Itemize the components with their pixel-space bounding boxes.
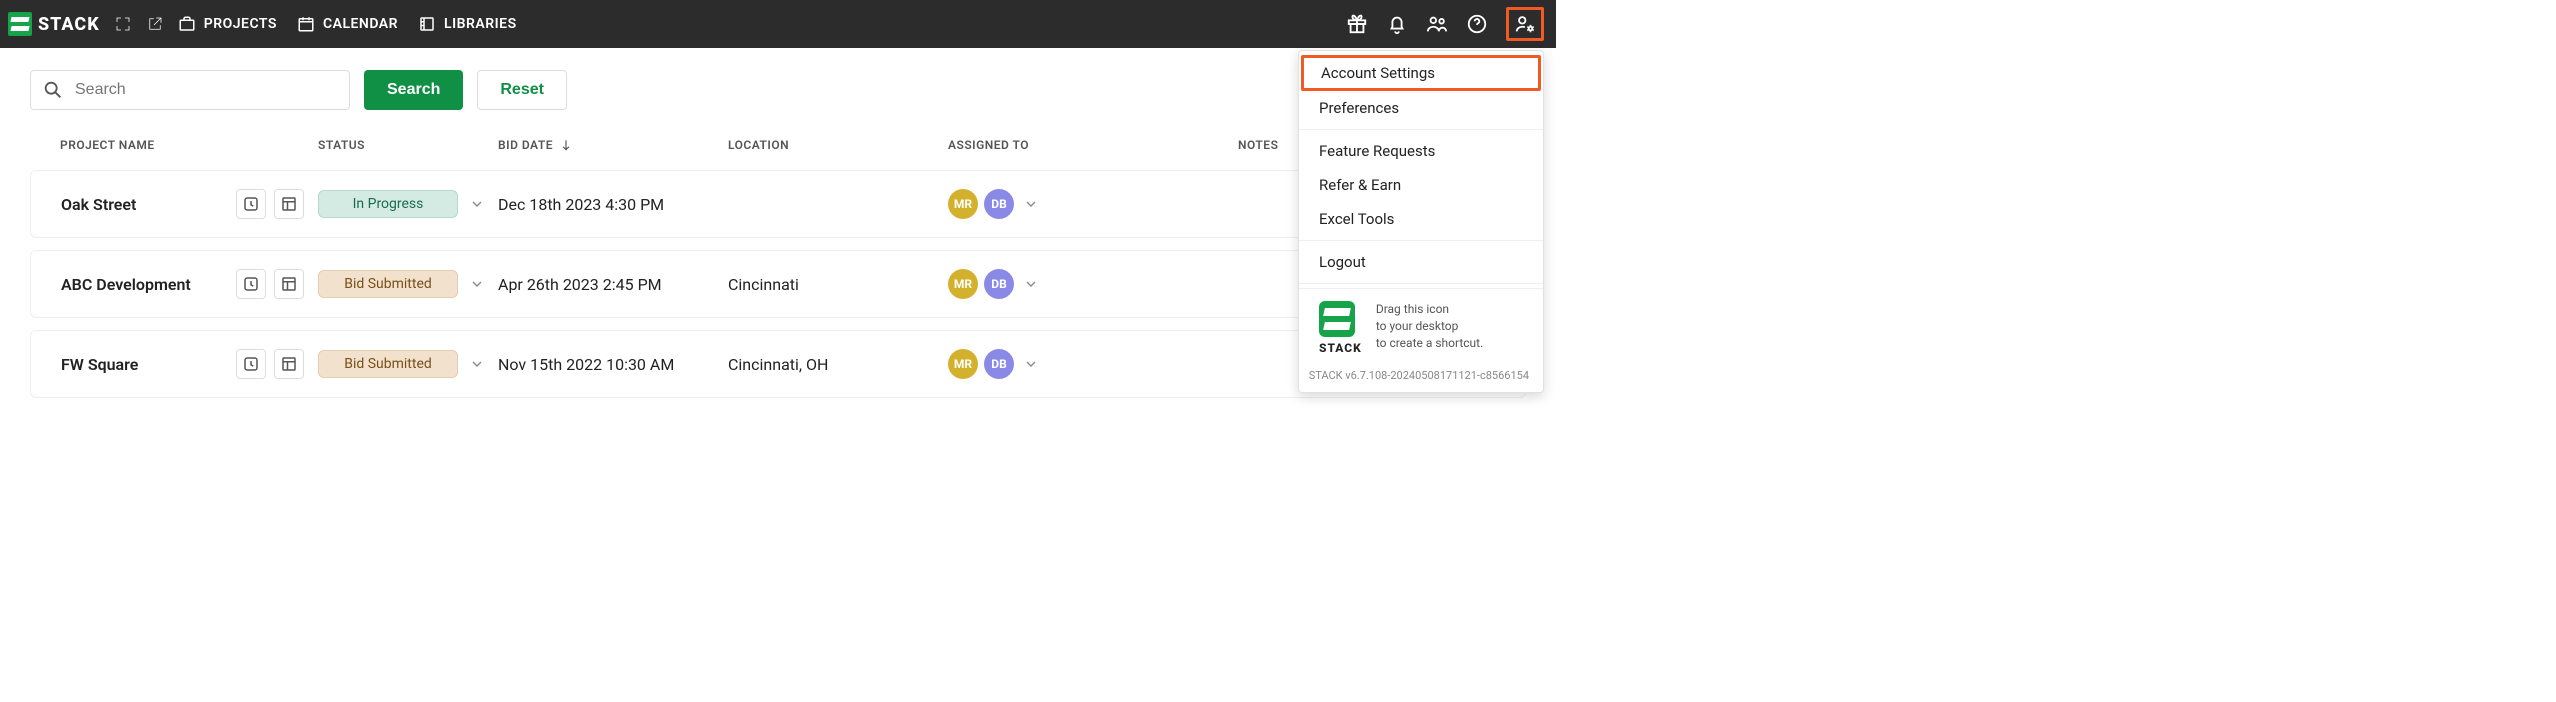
reset-button[interactable]: Reset <box>477 70 567 110</box>
th-location[interactable]: LOCATION <box>728 138 948 152</box>
avatar[interactable]: DB <box>984 269 1014 299</box>
status-dropdown[interactable] <box>466 353 488 375</box>
assigned-dropdown[interactable] <box>1020 193 1042 215</box>
menu-refer-earn[interactable]: Refer & Earn <box>1299 168 1543 202</box>
menu-account-settings[interactable]: Account Settings <box>1301 55 1541 91</box>
brand-logo-icon <box>8 12 32 36</box>
user-settings-icon[interactable] <box>1506 7 1544 41</box>
menu-preferences[interactable]: Preferences <box>1299 91 1543 125</box>
menu-footer: STACK Drag this icon to your desktop to … <box>1299 288 1543 369</box>
calendar-icon <box>297 15 315 33</box>
external-link-icon[interactable] <box>146 15 164 33</box>
project-name: Oak Street <box>61 195 136 214</box>
shortcut-icon[interactable] <box>1319 301 1355 337</box>
sort-down-icon <box>559 138 573 152</box>
avatar[interactable]: MR <box>948 189 978 219</box>
assigned-dropdown[interactable] <box>1020 273 1042 295</box>
nav-libraries[interactable]: LIBRARIES <box>418 15 517 33</box>
location: Cincinnati <box>728 275 948 294</box>
avatar[interactable]: MR <box>948 349 978 379</box>
th-assigned-to[interactable]: ASSIGNED TO <box>948 138 1238 152</box>
brand-name: STACK <box>38 14 100 35</box>
topbar: STACK PROJECTS CALENDAR LIBRARIES <box>0 0 1556 48</box>
nav-calendar-label: CALENDAR <box>323 16 398 32</box>
row-history-button[interactable] <box>236 269 266 299</box>
libraries-icon <box>418 15 436 33</box>
brand[interactable]: STACK <box>8 12 100 36</box>
avatar[interactable]: DB <box>984 349 1014 379</box>
bid-date: Apr 26th 2023 2:45 PM <box>498 275 728 294</box>
status-pill: Bid Submitted <box>318 350 458 378</box>
user-settings-dropdown: Account Settings Preferences Feature Req… <box>1298 50 1544 393</box>
avatar[interactable]: MR <box>948 269 978 299</box>
assigned-dropdown[interactable] <box>1020 353 1042 375</box>
gift-icon[interactable] <box>1346 13 1368 35</box>
nav-calendar[interactable]: CALENDAR <box>297 15 398 33</box>
search-button[interactable]: Search <box>364 70 463 110</box>
bell-icon[interactable] <box>1386 13 1408 35</box>
bid-date: Nov 15th 2022 10:30 AM <box>498 355 728 374</box>
shortcut-tip: Drag this icon to your desktop to create… <box>1376 301 1483 351</box>
row-history-button[interactable] <box>236 349 266 379</box>
row-layout-button[interactable] <box>274 349 304 379</box>
menu-excel-tools[interactable]: Excel Tools <box>1299 202 1543 236</box>
menu-feature-requests[interactable]: Feature Requests <box>1299 134 1543 168</box>
row-history-button[interactable] <box>236 189 266 219</box>
menu-logout[interactable]: Logout <box>1299 245 1543 279</box>
version-text: STACK v6.7.108-20240508171121-c8566154 <box>1299 369 1543 392</box>
status-pill: Bid Submitted <box>318 270 458 298</box>
users-icon[interactable] <box>1426 13 1448 35</box>
fullscreen-icon[interactable] <box>114 15 132 33</box>
nav-libraries-label: LIBRARIES <box>444 16 517 32</box>
status-dropdown[interactable] <box>466 273 488 295</box>
th-status[interactable]: STATUS <box>318 138 498 152</box>
avatar[interactable]: DB <box>984 189 1014 219</box>
nav-projects-label: PROJECTS <box>204 16 277 32</box>
shortcut-name: STACK <box>1319 341 1362 355</box>
briefcase-icon <box>178 15 196 33</box>
location: Cincinnati, OH <box>728 355 948 374</box>
project-name: FW Square <box>61 355 138 374</box>
search-input[interactable] <box>30 70 350 110</box>
row-layout-button[interactable] <box>274 269 304 299</box>
search-field <box>30 70 350 110</box>
status-pill: In Progress <box>318 190 458 218</box>
help-icon[interactable] <box>1466 13 1488 35</box>
th-bid-date[interactable]: BID DATE <box>498 138 728 152</box>
th-project-name[interactable]: PROJECT NAME <box>60 138 318 152</box>
status-dropdown[interactable] <box>466 193 488 215</box>
search-icon <box>42 79 64 101</box>
project-name: ABC Development <box>61 275 191 294</box>
row-layout-button[interactable] <box>274 189 304 219</box>
nav-projects[interactable]: PROJECTS <box>178 15 277 33</box>
bid-date: Dec 18th 2023 4:30 PM <box>498 195 728 214</box>
